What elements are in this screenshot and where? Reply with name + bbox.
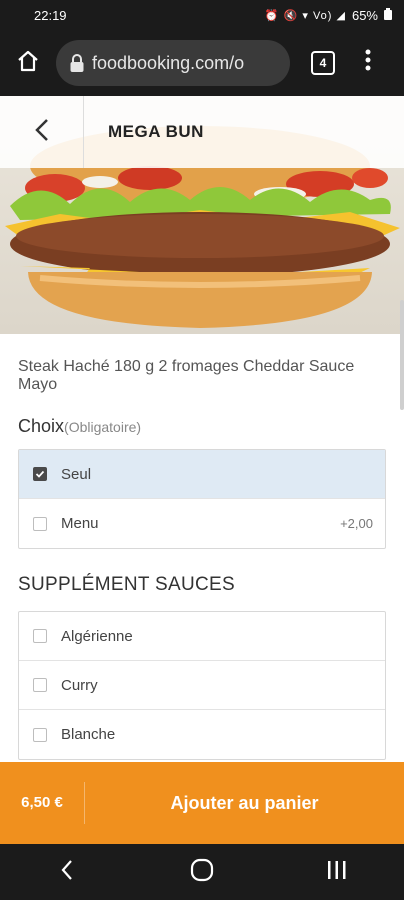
more-vertical-icon	[365, 49, 371, 77]
checkbox-icon[interactable]	[33, 678, 47, 692]
scrollbar[interactable]	[400, 300, 404, 410]
product-options: Steak Haché 180 g 2 fromages Cheddar Sau…	[0, 334, 404, 762]
option-seul[interactable]: Seul	[19, 450, 385, 499]
option-menu[interactable]: Menu +2,00	[19, 499, 385, 548]
choix-heading: Choix(Obligatoire)	[18, 416, 141, 437]
option-label: Seul	[61, 465, 92, 483]
product-title: MEGA BUN	[108, 122, 204, 141]
add-to-cart-button[interactable]: Ajouter au panier	[85, 793, 404, 814]
option-label: Menu	[61, 515, 99, 532]
nav-back-button[interactable]	[37, 844, 97, 900]
required-label: (Obligatoire)	[64, 419, 142, 435]
option-label: Algérienne	[61, 627, 133, 645]
choix-title: Choix	[18, 416, 65, 436]
address-bar[interactable]: foodbooking.com/o	[56, 40, 290, 86]
checkbox-icon[interactable]	[33, 516, 47, 531]
choix-options: Seul Menu +2,00	[18, 449, 386, 549]
checkbox-icon[interactable]	[33, 629, 47, 643]
product-description: Steak Haché 180 g 2 fromages Cheddar Sau…	[18, 358, 355, 393]
status-bar: 22:19 ⏰ 🔇 ▾ Vo) ◢ 65%	[0, 0, 404, 30]
home-icon	[16, 49, 40, 78]
battery-icon	[384, 7, 392, 23]
nav-home-button[interactable]	[172, 844, 232, 900]
recents-icon	[326, 860, 348, 885]
battery-level: 65%	[351, 7, 378, 23]
lock-icon	[70, 54, 84, 72]
browser-menu-button[interactable]	[348, 30, 388, 96]
system-nav-bar	[0, 844, 404, 900]
browser-toolbar: foodbooking.com/o 4	[0, 30, 404, 96]
url-text: foodbooking.com/o	[92, 52, 245, 73]
clock: 22:19	[34, 7, 67, 23]
home-button[interactable]	[0, 30, 56, 96]
option-blanche[interactable]: Blanche	[19, 710, 385, 759]
tab-switcher-button[interactable]: 4	[298, 30, 348, 96]
nav-recents-button[interactable]	[307, 844, 367, 900]
option-label: Blanche	[61, 726, 116, 743]
home-circle-icon	[190, 858, 214, 887]
product-header: MEGA BUN	[0, 96, 404, 168]
cart-price: 6,50 €	[0, 782, 85, 824]
back-button[interactable]	[0, 96, 84, 168]
tab-count: 4	[311, 51, 335, 75]
status-icons: ⏰ 🔇 ▾ Vo) ◢	[264, 9, 346, 22]
option-curry[interactable]: Curry	[19, 661, 385, 710]
back-arrow-icon	[60, 859, 74, 886]
checkbox-icon[interactable]	[33, 727, 47, 742]
sauces-heading: SUPPLÉMENT SAUCES	[18, 574, 235, 595]
status-indicators: ⏰ 🔇 ▾ Vo) ◢ 65%	[264, 7, 392, 23]
cart-bar: 6,50 € Ajouter au panier	[0, 762, 404, 844]
checkbox-checked-icon[interactable]	[33, 467, 47, 481]
option-label: Curry	[61, 676, 98, 694]
option-algerienne[interactable]: Algérienne	[19, 612, 385, 661]
sauce-options: Algérienne Curry Blanche	[18, 611, 386, 760]
chevron-left-icon	[34, 118, 49, 147]
option-price: +2,00	[340, 516, 373, 531]
